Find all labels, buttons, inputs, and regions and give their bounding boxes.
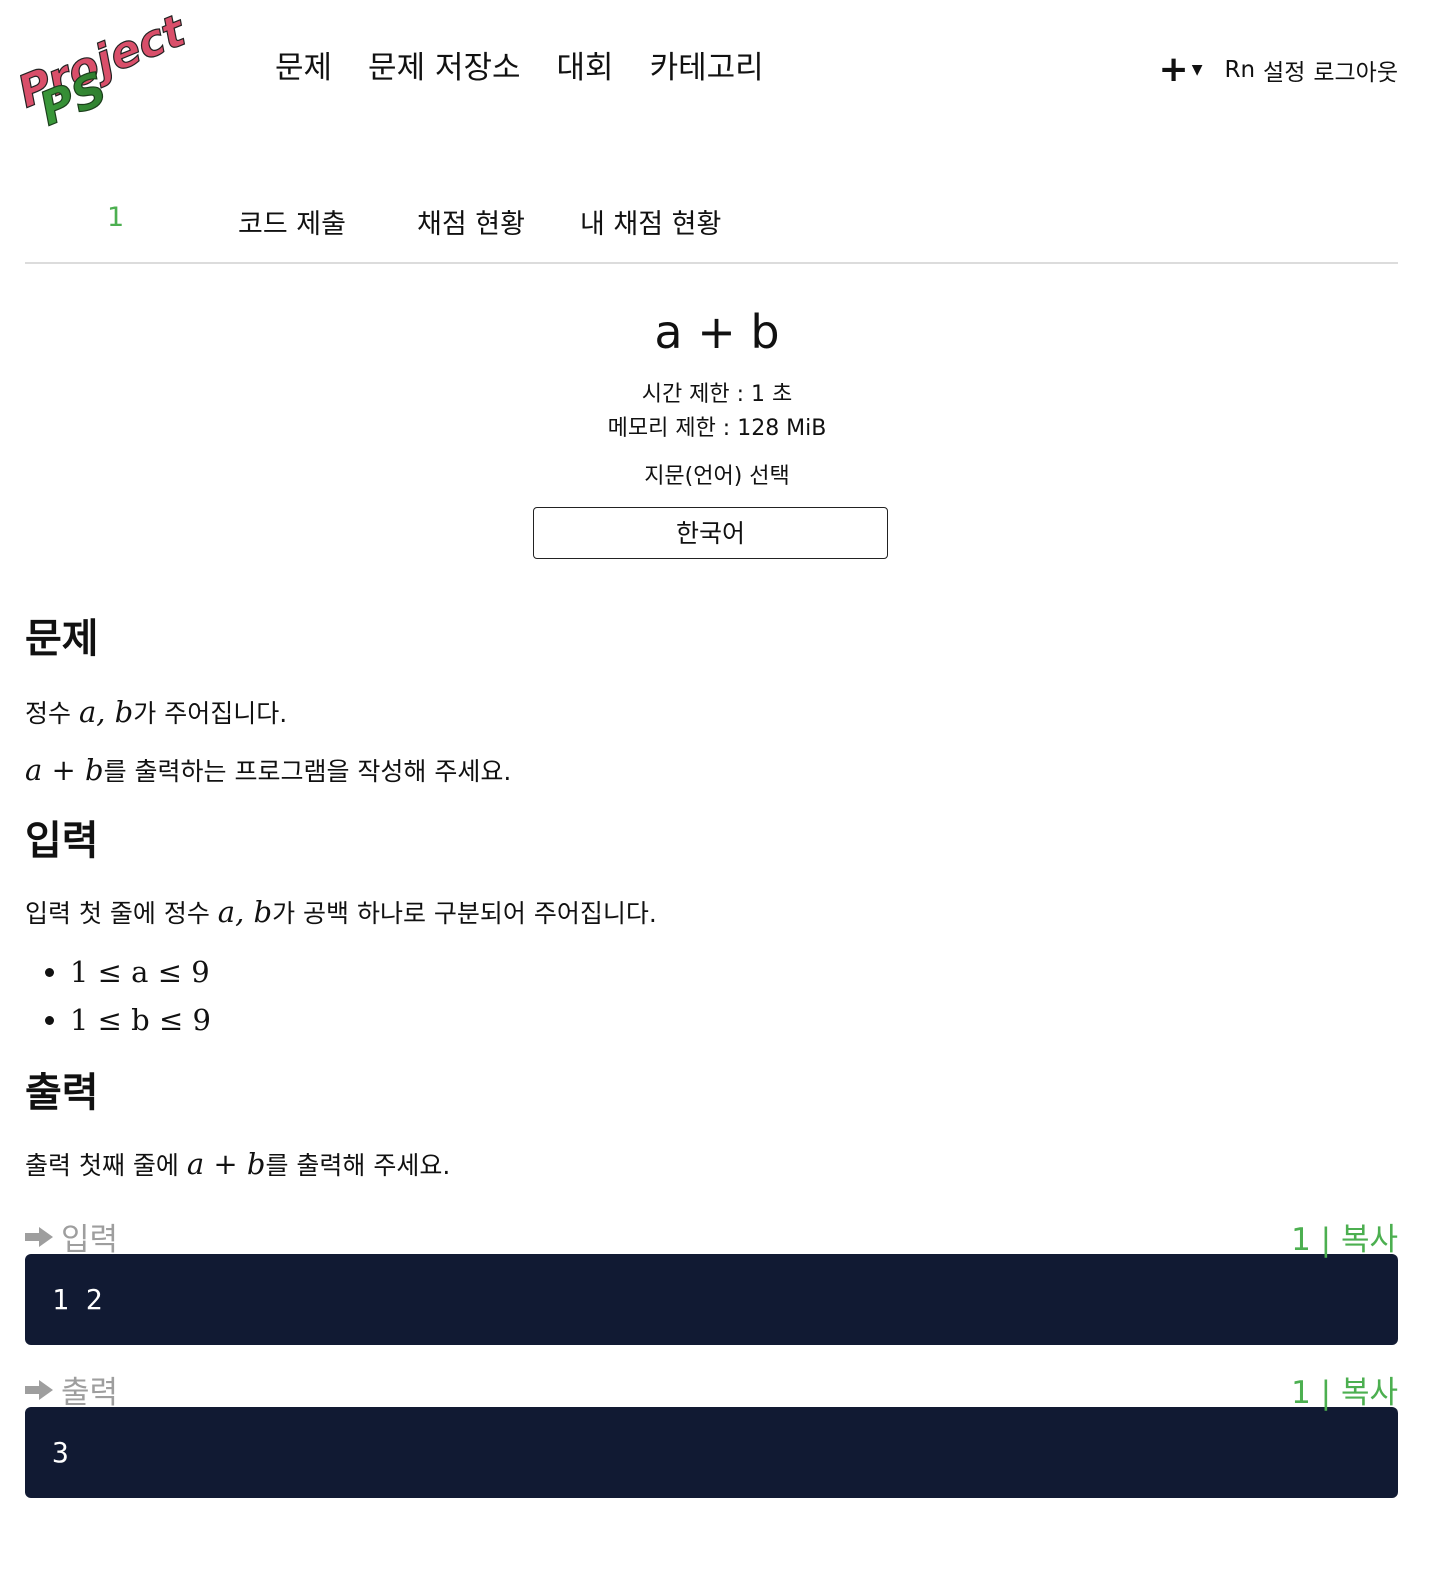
sample-input-box[interactable]: 1 2 bbox=[25, 1254, 1398, 1345]
user-area: + ▼ Rn 설정 로그아웃 bbox=[1159, 52, 1398, 88]
output-desc-pre: 출력 첫째 줄에 bbox=[25, 1151, 187, 1180]
tab-problem-number[interactable]: 1 bbox=[107, 202, 124, 233]
sample-output-header: 출력 1 | 복사 bbox=[25, 1367, 1398, 1411]
math-a-plus-b: a + b bbox=[25, 753, 104, 787]
sample-input-copy-button[interactable]: 1 | 복사 bbox=[1291, 1214, 1398, 1259]
problem-subtabs: 1 코드 제출 채점 현황 내 채점 현황 bbox=[25, 190, 1398, 264]
tab-submit-code[interactable]: 코드 제출 bbox=[238, 202, 346, 241]
output-heading: 출력 bbox=[25, 1070, 99, 1116]
problem-page: Project PS 문제 문제 저장소 대회 카테고리 + ▼ Rn 설정 로… bbox=[0, 0, 1434, 1582]
statement-heading: 문제 bbox=[25, 616, 99, 662]
plus-icon: + bbox=[1158, 49, 1189, 90]
statement-line-2-post: 를 출력하는 프로그램을 작성해 주세요. bbox=[103, 757, 512, 786]
problem-title: a + b bbox=[654, 305, 780, 359]
nav-contests[interactable]: 대회 bbox=[557, 44, 614, 92]
arrow-right-icon bbox=[25, 1379, 53, 1400]
project-ps-logo[interactable]: Project PS bbox=[20, 8, 200, 133]
constraint-a: 1 ≤ a ≤ 9 bbox=[70, 948, 1398, 996]
input-desc-post: 가 공백 하나로 구분되어 주어집니다. bbox=[272, 899, 657, 928]
sample-input-label: 입력 bbox=[25, 1214, 118, 1259]
main-nav: 문제 문제 저장소 대회 카테고리 bbox=[275, 44, 800, 92]
sample-output-box[interactable]: 3 bbox=[25, 1407, 1398, 1498]
input-desc-pre: 입력 첫 줄에 정수 bbox=[25, 899, 218, 928]
output-desc-post: 를 출력해 주세요. bbox=[265, 1151, 451, 1180]
constraint-b: 1 ≤ b ≤ 9 bbox=[70, 996, 1398, 1044]
output-description: 출력 첫째 줄에 a + b를 출력해 주세요. bbox=[25, 1146, 1398, 1182]
sample-input-label-text: 입력 bbox=[61, 1222, 119, 1258]
arrow-right-icon bbox=[25, 1226, 53, 1247]
input-heading: 입력 bbox=[25, 818, 99, 864]
problem-content: 문제 정수 a, b가 주어집니다. a + b를 출력하는 프로그램을 작성해… bbox=[25, 610, 1398, 1498]
math-ab: a, b bbox=[78, 695, 134, 729]
sample-output-label: 출력 bbox=[25, 1367, 118, 1412]
language-select[interactable]: 한국어 bbox=[533, 507, 888, 559]
sample-input-header: 입력 1 | 복사 bbox=[25, 1214, 1398, 1258]
statement-line-1-post: 가 주어집니다. bbox=[133, 699, 288, 728]
nav-problem-archive[interactable]: 문제 저장소 bbox=[368, 44, 520, 92]
constraints-list: 1 ≤ a ≤ 9 1 ≤ b ≤ 9 bbox=[25, 948, 1398, 1044]
create-menu-button[interactable]: + ▼ bbox=[1159, 52, 1203, 88]
tab-my-status[interactable]: 내 채점 현황 bbox=[580, 202, 721, 241]
memory-limit: 메모리 제한 : 128 MiB bbox=[607, 416, 827, 441]
sample-output-label-text: 출력 bbox=[61, 1375, 119, 1411]
caret-down-icon: ▼ bbox=[1191, 62, 1203, 78]
statement-line-2: a + b를 출력하는 프로그램을 작성해 주세요. bbox=[25, 752, 1398, 788]
statement-line-1: 정수 a, b가 주어집니다. bbox=[25, 694, 1398, 730]
language-label: 지문(언어) 선택 bbox=[644, 464, 790, 489]
settings-link[interactable]: 설정 bbox=[1263, 53, 1305, 87]
math-ab-input: a, b bbox=[217, 895, 273, 929]
user-profile-link[interactable]: Rn bbox=[1224, 57, 1255, 83]
logout-link[interactable]: 로그아웃 bbox=[1313, 53, 1398, 87]
input-description: 입력 첫 줄에 정수 a, b가 공백 하나로 구분되어 주어집니다. bbox=[25, 894, 1398, 930]
math-a-plus-b-output: a + b bbox=[186, 1147, 266, 1181]
statement-line-1-pre: 정수 bbox=[25, 699, 79, 728]
tab-status[interactable]: 채점 현황 bbox=[417, 202, 525, 241]
nav-categories[interactable]: 카테고리 bbox=[650, 44, 764, 92]
time-limit: 시간 제한 : 1 초 bbox=[641, 382, 793, 407]
nav-problems[interactable]: 문제 bbox=[275, 44, 332, 92]
problem-limits: 시간 제한 : 1 초 메모리 제한 : 128 MiB bbox=[0, 378, 1434, 446]
sample-output-copy-button[interactable]: 1 | 복사 bbox=[1291, 1367, 1398, 1412]
